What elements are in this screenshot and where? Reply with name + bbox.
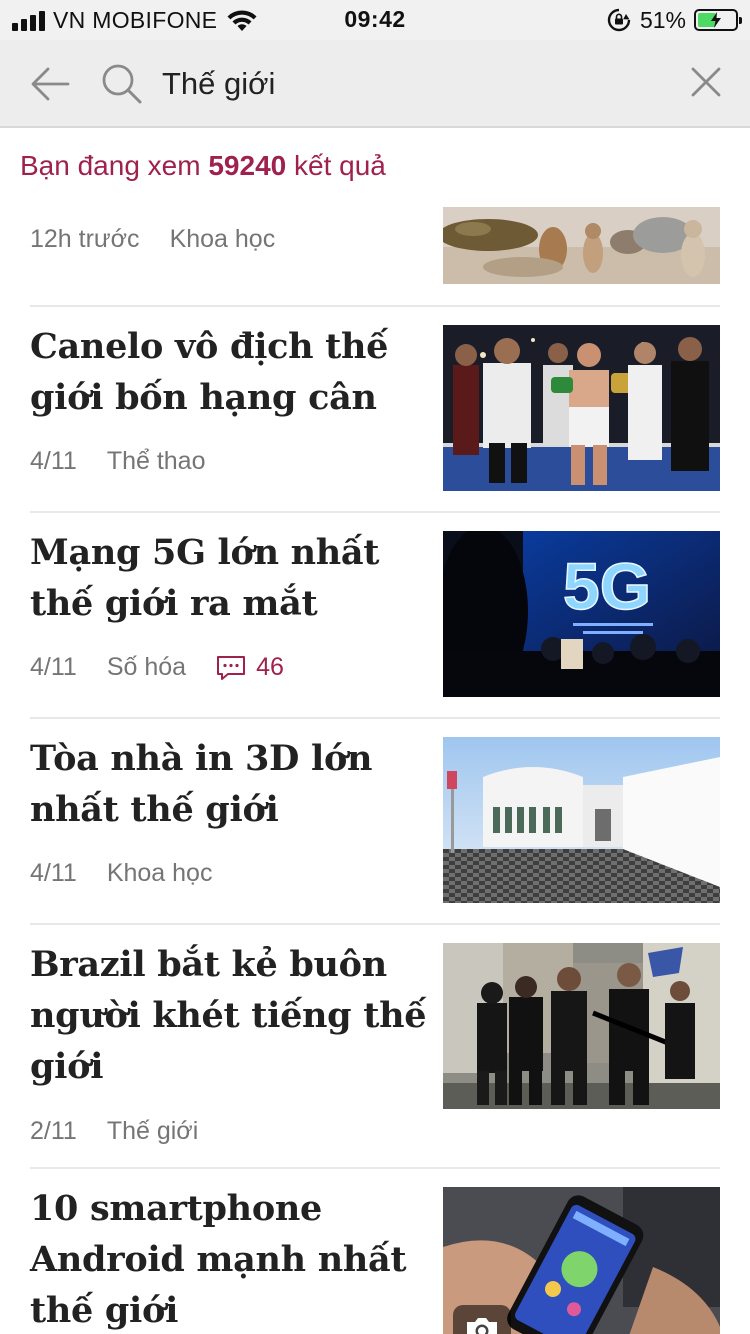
comment-icon: [217, 655, 246, 680]
article-item[interactable]: Tòa nhà in 3D lớn nhất thế giới 4/11 Kho…: [30, 717, 720, 923]
results-count: 59240: [208, 150, 287, 181]
search-input[interactable]: [162, 58, 662, 110]
article-meta: 2/11 Thế giới: [30, 1117, 228, 1146]
battery-percentage: 51%: [639, 6, 686, 33]
article-meta: 12h trước Khoa học: [30, 225, 305, 254]
5g-sign-text: 5G: [563, 549, 651, 623]
comment-count-value: 46: [256, 653, 284, 681]
article-feed[interactable]: 12h trước Khoa học Canelo vô địch thế gi…: [0, 207, 750, 1334]
boxing-photo: [443, 325, 720, 491]
article-thumbnail[interactable]: [443, 207, 720, 284]
article-time: 2/11: [30, 1117, 77, 1145]
article-item[interactable]: 12h trước Khoa học: [30, 207, 720, 287]
status-bar: VN MOBIFONE 09:42 51%: [0, 0, 750, 40]
results-prefix: Bạn đang xem: [20, 150, 201, 181]
article-title[interactable]: Brazil bắt kẻ buôn người khét tiếng thế …: [30, 939, 430, 1092]
article-meta: 4/11 Khoa học: [30, 859, 242, 888]
animals-photo: [443, 207, 720, 284]
camera-badge: [453, 1305, 511, 1334]
search-bar: [0, 40, 750, 128]
back-arrow-icon[interactable]: [28, 62, 72, 106]
article-meta: 4/11 Số hóa 46: [30, 653, 284, 682]
article-title[interactable]: Mạng 5G lớn nhất thế giới ra mắt: [30, 527, 430, 629]
article-thumbnail[interactable]: [443, 943, 720, 1109]
results-suffix: kết quả: [294, 150, 386, 181]
article-thumbnail[interactable]: 5G: [443, 531, 720, 697]
camera-icon: [467, 1318, 497, 1334]
rotation-lock-icon: [607, 8, 631, 32]
charging-bolt-icon: [711, 12, 721, 28]
comment-count[interactable]: 46: [216, 653, 284, 682]
article-category[interactable]: Khoa học: [170, 225, 276, 254]
article-category[interactable]: Thế giới: [107, 1117, 198, 1146]
article-item[interactable]: Brazil bắt kẻ buôn người khét tiếng thế …: [30, 923, 720, 1167]
battery-nub: [739, 17, 742, 24]
article-category[interactable]: Khoa học: [107, 859, 213, 888]
results-summary: Bạn đang xem 59240 kết quả: [20, 150, 386, 182]
article-time: 12h trước: [30, 225, 140, 253]
article-meta: 4/11 Thể thao: [30, 447, 236, 476]
battery-icon: [694, 9, 742, 31]
article-category[interactable]: Số hóa: [107, 653, 186, 682]
article-time: 4/11: [30, 447, 77, 475]
article-category[interactable]: Thể thao: [107, 447, 206, 476]
police-photo: [443, 943, 720, 1109]
article-time: 4/11: [30, 859, 77, 887]
status-bar-right: 51%: [606, 6, 742, 34]
article-time: 4/11: [30, 653, 77, 681]
article-title[interactable]: Tòa nhà in 3D lớn nhất thế giới: [30, 733, 430, 835]
article-title[interactable]: 10 smartphone Android mạnh nhất thế giới: [30, 1183, 430, 1334]
3d-building-photo: [443, 737, 720, 903]
5g-photo: 5G: [443, 531, 720, 697]
article-thumbnail[interactable]: [443, 1187, 720, 1334]
article-thumbnail[interactable]: [443, 737, 720, 903]
article-title[interactable]: Canelo vô địch thế giới bốn hạng cân: [30, 321, 430, 423]
article-item[interactable]: Mạng 5G lớn nhất thế giới ra mắt 4/11 Số…: [30, 511, 720, 717]
close-icon[interactable]: [686, 62, 726, 102]
article-thumbnail[interactable]: [443, 325, 720, 491]
article-item[interactable]: 10 smartphone Android mạnh nhất thế giới: [30, 1167, 720, 1334]
article-item[interactable]: Canelo vô địch thế giới bốn hạng cân 4/1…: [30, 305, 720, 511]
search-icon: [102, 64, 142, 104]
